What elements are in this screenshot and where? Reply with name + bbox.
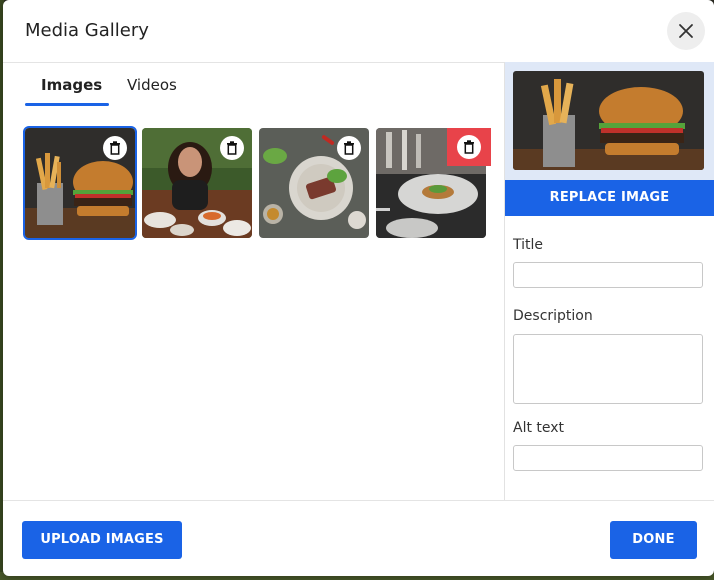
delete-button-highlight <box>447 128 491 166</box>
delete-image-button[interactable] <box>457 135 481 159</box>
image-thumbnail-burger[interactable] <box>23 126 137 240</box>
description-label: Description <box>513 308 593 324</box>
description-field[interactable] <box>513 334 703 404</box>
alt-text-field[interactable] <box>513 445 703 471</box>
active-tab-indicator <box>25 103 109 106</box>
delete-image-button[interactable] <box>337 136 361 160</box>
trash-icon <box>110 141 120 155</box>
selected-image-preview <box>513 71 704 170</box>
gallery-panel: Images Videos <box>3 62 505 500</box>
trash-icon <box>464 140 474 154</box>
replace-image-button[interactable]: REPLACE IMAGE <box>505 180 714 216</box>
preview-area <box>505 62 714 180</box>
tab-videos[interactable]: Videos <box>127 76 177 94</box>
trash-icon <box>227 141 237 155</box>
burger-photo <box>513 71 704 170</box>
dialog-header: Media Gallery <box>3 0 714 63</box>
close-icon <box>679 24 693 38</box>
dialog-footer: UPLOAD IMAGES DONE <box>3 500 714 576</box>
title-field[interactable] <box>513 262 703 288</box>
upload-images-button[interactable]: UPLOAD IMAGES <box>22 521 182 559</box>
done-button[interactable]: DONE <box>610 521 697 559</box>
tab-images[interactable]: Images <box>41 76 102 94</box>
delete-image-button[interactable] <box>103 136 127 160</box>
image-thumbnail-steak[interactable] <box>259 128 369 238</box>
close-button[interactable] <box>667 12 705 50</box>
title-label: Title <box>513 237 544 253</box>
alt-text-label: Alt text <box>513 420 565 436</box>
media-gallery-dialog: Media Gallery Images Videos REPLACE IMAG… <box>3 0 714 576</box>
image-thumbnail-woman[interactable] <box>142 128 252 238</box>
delete-image-button[interactable] <box>220 136 244 160</box>
dialog-title: Media Gallery <box>25 20 149 41</box>
image-details-panel: REPLACE IMAGE Title Description Alt text <box>505 62 714 500</box>
trash-icon <box>344 141 354 155</box>
